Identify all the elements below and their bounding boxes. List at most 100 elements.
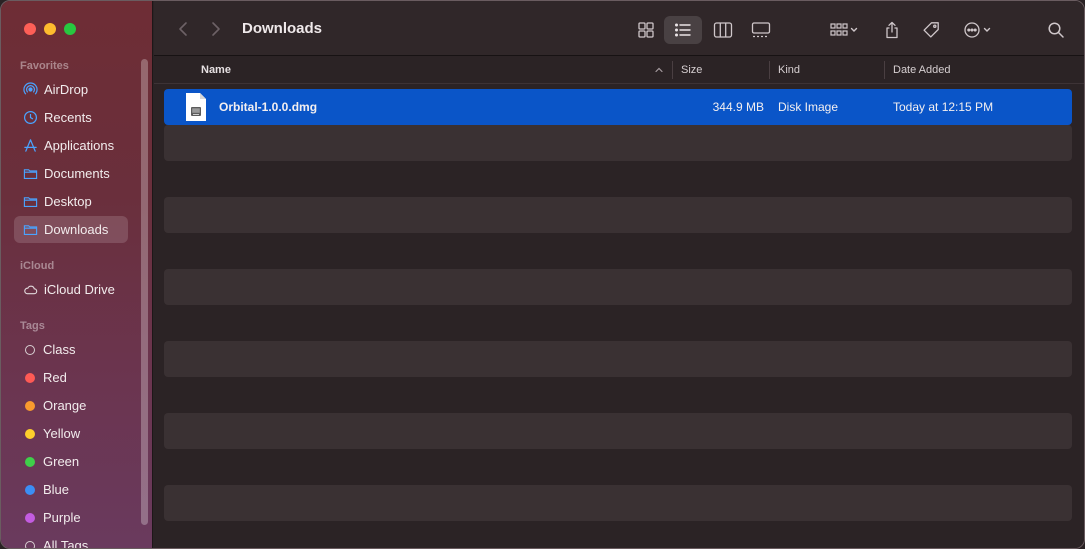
sidebar-item-label: Green: [43, 454, 80, 469]
share-icon: [886, 21, 898, 39]
sidebar-tag-blue[interactable]: Blue: [14, 476, 128, 503]
sidebar-item-label: Desktop: [44, 194, 92, 209]
tag-dot-icon: [25, 372, 35, 383]
search-button[interactable]: [1044, 16, 1068, 44]
column-view-icon: [713, 22, 733, 38]
forward-icon: [212, 22, 220, 36]
sidebar-item-icloud-drive[interactable]: iCloud Drive: [14, 276, 128, 303]
icon-view-button[interactable]: [632, 16, 660, 44]
disk-image-file-icon: [186, 93, 206, 121]
gallery-view-button[interactable]: [746, 16, 776, 44]
gallery-view-icon: [751, 22, 771, 38]
sidebar-item-label: Orange: [43, 398, 87, 413]
sidebar-tag-class[interactable]: Class: [14, 336, 128, 363]
sidebar-section-favorites: Favorites: [20, 60, 69, 72]
icon-view-icon: [638, 22, 654, 38]
sidebar-item-label: Blue: [43, 482, 70, 497]
column-date-added[interactable]: Date Added: [893, 56, 951, 84]
close-window-button[interactable]: [24, 23, 36, 35]
sidebar-item-label: Documents: [44, 166, 110, 181]
file-date-added: Today at 12:15 PM: [893, 100, 994, 114]
toolbar: Downloads: [154, 1, 1084, 56]
applications-icon: [22, 138, 38, 154]
sidebar-tag-orange[interactable]: Orange: [14, 392, 128, 419]
empty-row: [164, 197, 1072, 233]
group-by-button[interactable]: [824, 16, 864, 44]
forward-button[interactable]: [207, 19, 225, 39]
tag-dot-icon: [25, 456, 35, 467]
sidebar-item-label: iCloud Drive: [44, 282, 115, 297]
zoom-window-button[interactable]: [64, 23, 76, 35]
cloud-icon: [22, 282, 38, 298]
back-button[interactable]: [174, 19, 192, 39]
column-name[interactable]: Name: [201, 56, 231, 84]
sidebar: Favorites AirDrop Recents Applications D…: [1, 1, 153, 549]
sidebar-item-documents[interactable]: Documents: [14, 160, 128, 187]
empty-row: [164, 125, 1072, 161]
tag-dot-icon: [25, 428, 35, 439]
file-kind: Disk Image: [778, 100, 839, 114]
back-icon: [179, 22, 187, 36]
tag-dot-icon: [25, 512, 35, 523]
window-title: Downloads: [242, 20, 323, 37]
main-content: Downloads Name Size Kind Date Added Orbi…: [154, 1, 1084, 548]
sidebar-item-label: Yellow: [43, 426, 81, 441]
finder-window: Favorites AirDrop Recents Applications D…: [0, 0, 1085, 549]
tag-dot-icon: [25, 400, 35, 411]
table-row[interactable]: Orbital-1.0.0.dmg 344.9 MB Disk Image To…: [164, 89, 1072, 125]
sort-ascending-icon: [655, 67, 663, 73]
column-kind[interactable]: Kind: [778, 56, 800, 84]
file-name: Orbital-1.0.0.dmg: [219, 100, 318, 114]
group-icon: [830, 23, 858, 36]
column-view-button[interactable]: [708, 16, 738, 44]
empty-row: [164, 341, 1072, 377]
sidebar-item-airdrop[interactable]: AirDrop: [14, 76, 128, 103]
search-icon: [1048, 22, 1064, 38]
empty-row: [164, 269, 1072, 305]
sidebar-section-icloud: iCloud: [20, 260, 55, 272]
column-divider[interactable]: [672, 61, 673, 79]
sidebar-scrollbar[interactable]: [141, 59, 148, 525]
sidebar-item-desktop[interactable]: Desktop: [14, 188, 128, 215]
column-divider[interactable]: [769, 61, 770, 79]
folder-icon: [22, 222, 38, 238]
sidebar-item-label: AirDrop: [44, 82, 89, 97]
folder-icon: [22, 166, 38, 182]
tag-dot-icon: [25, 484, 35, 495]
column-divider[interactable]: [884, 61, 885, 79]
sidebar-tag-purple[interactable]: Purple: [14, 504, 128, 531]
sidebar-tag-all-tags[interactable]: All Tags...: [14, 532, 128, 549]
empty-row: [164, 413, 1072, 449]
sidebar-item-recents[interactable]: Recents: [14, 104, 128, 131]
list-view-icon: [675, 23, 691, 37]
minimize-window-button[interactable]: [44, 23, 56, 35]
sidebar-item-label: Downloads: [44, 222, 109, 237]
sidebar-item-label: Applications: [44, 138, 115, 153]
sidebar-item-label: Recents: [44, 110, 92, 125]
empty-row: [164, 485, 1072, 521]
more-actions-icon: [964, 22, 991, 38]
sidebar-tag-green[interactable]: Green: [14, 448, 128, 475]
column-size[interactable]: Size: [681, 56, 702, 84]
sidebar-item-label: Purple: [43, 510, 81, 525]
sidebar-item-downloads[interactable]: Downloads: [14, 216, 128, 243]
sidebar-tag-yellow[interactable]: Yellow: [14, 420, 128, 447]
window-controls: [24, 23, 76, 35]
file-size: 344.9 MB: [712, 100, 764, 114]
column-header: Name Size Kind Date Added: [154, 56, 1084, 84]
share-button[interactable]: [880, 16, 904, 44]
tag-dot-icon: [25, 344, 35, 355]
tag-dot-icon: [25, 540, 35, 548]
folder-icon: [22, 194, 38, 210]
sidebar-tag-red[interactable]: Red: [14, 364, 128, 391]
tag-icon: [923, 22, 939, 38]
sidebar-item-applications[interactable]: Applications: [14, 132, 128, 159]
sidebar-item-label: Red: [43, 370, 67, 385]
airdrop-icon: [22, 82, 38, 98]
list-view-button[interactable]: [664, 16, 702, 44]
sidebar-section-tags: Tags: [20, 320, 45, 332]
tags-button[interactable]: [918, 16, 944, 44]
clock-icon: [22, 110, 38, 126]
sidebar-item-label: All Tags...: [43, 538, 100, 549]
more-actions-button[interactable]: [958, 16, 998, 44]
